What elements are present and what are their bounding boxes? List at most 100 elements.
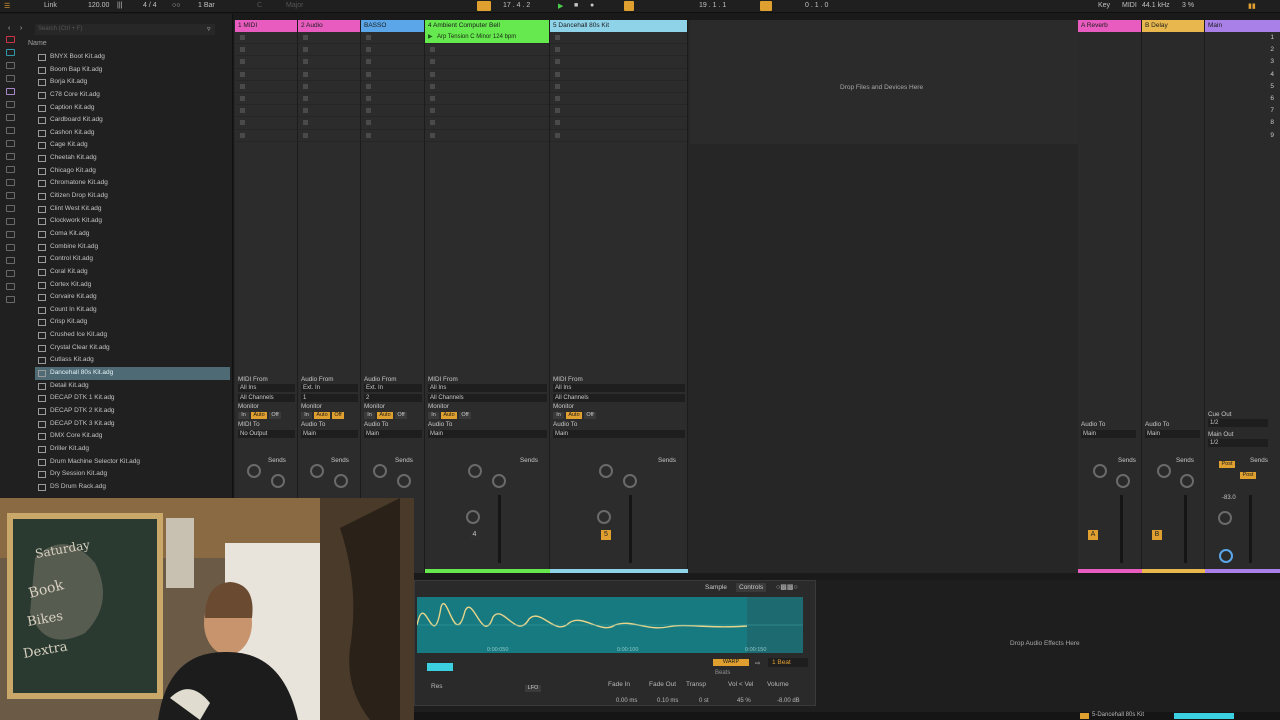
category-icon[interactable] <box>6 296 15 303</box>
browser-item[interactable]: Cage Kit.adg <box>35 139 230 152</box>
transpose-value[interactable]: 0 st <box>699 698 709 704</box>
automation-arm-button[interactable] <box>624 1 634 11</box>
clip-slot[interactable] <box>550 81 687 93</box>
clip-play-icon[interactable]: ▶ <box>428 32 433 43</box>
beats-mode-select[interactable]: Beats <box>715 670 730 676</box>
send-a-knob[interactable] <box>246 464 261 478</box>
monitor-in-button[interactable]: In <box>428 412 439 419</box>
clip-stop-icon[interactable] <box>430 47 435 53</box>
clip-slot[interactable] <box>298 130 360 142</box>
return-a-output-select[interactable]: Main <box>1081 430 1136 438</box>
browser-item[interactable]: DECAP DTK 1 Kit.adg <box>35 392 230 405</box>
warp-button[interactable]: WARP <box>713 659 749 666</box>
return-a-header[interactable]: A Reverb <box>1078 20 1141 32</box>
lfo-button[interactable]: LFO <box>525 685 541 692</box>
column-header-name[interactable]: Name <box>27 40 232 50</box>
output-type-select[interactable]: No Output <box>238 430 295 438</box>
browser-item[interactable]: DS Drum Rack.adg <box>35 481 230 494</box>
clip-stop-icon[interactable] <box>366 132 371 138</box>
play-icon[interactable]: ▶ <box>558 2 563 10</box>
clip-slot[interactable] <box>361 56 424 69</box>
view-toggle-icon[interactable]: ▮▮ <box>1248 2 1256 10</box>
category-icon[interactable] <box>6 166 15 173</box>
browser-item[interactable]: Cheetah Kit.adg <box>35 152 230 165</box>
category-icon[interactable] <box>6 88 15 95</box>
browser-item[interactable]: Detail Kit.adg <box>35 380 230 393</box>
category-icon[interactable] <box>6 127 15 134</box>
clip-slot[interactable] <box>298 44 360 57</box>
scene-number[interactable]: 2 <box>1254 46 1274 58</box>
pan-knob[interactable] <box>1218 511 1232 525</box>
key-map-button[interactable]: Key <box>1098 2 1110 9</box>
main-volume-value[interactable]: -83.0 <box>1222 495 1236 501</box>
clip-slot[interactable] <box>298 117 360 130</box>
send-knob[interactable] <box>1180 474 1194 488</box>
clip-stop-icon[interactable] <box>430 83 435 89</box>
clip-stop-icon[interactable] <box>366 47 371 53</box>
clip-slot[interactable] <box>361 130 424 142</box>
clip-slot[interactable] <box>235 44 297 57</box>
monitor-in-button[interactable]: In <box>301 412 312 419</box>
clip-stop-icon[interactable] <box>303 35 308 40</box>
menu-icon[interactable]: ☰ <box>4 2 10 10</box>
browser-item[interactable]: Dancehall 80s Kit.adg <box>35 367 230 380</box>
clip-slot[interactable] <box>298 93 360 106</box>
track-1[interactable]: 1 MIDI MIDI From All Ins All Channels Monito… <box>235 20 298 573</box>
browser-item[interactable]: Combine Kit.adg <box>35 241 230 254</box>
fade-out-value[interactable]: 0.10 ms <box>657 698 678 704</box>
category-icon[interactable] <box>6 49 15 56</box>
clip-stop-icon[interactable] <box>240 83 245 89</box>
clip-slot[interactable] <box>425 93 549 106</box>
clip-stop-icon[interactable] <box>366 59 371 65</box>
return-track-b[interactable]: B Delay Audio To Main Sends B <box>1142 20 1205 573</box>
output-type-select[interactable]: Main <box>364 430 422 438</box>
clip-stop-icon[interactable] <box>555 59 560 65</box>
clip-stop-icon[interactable] <box>555 71 560 77</box>
send-b-knob[interactable] <box>491 474 506 488</box>
category-icon[interactable] <box>6 114 15 121</box>
send-knob[interactable] <box>1093 464 1107 478</box>
browser-item[interactable]: Control Kit.adg <box>35 253 230 266</box>
browser-item[interactable]: Crushed Ice Kit.adg <box>35 329 230 342</box>
category-icon[interactable] <box>6 231 15 238</box>
scene-number[interactable]: 1 <box>1254 34 1274 46</box>
filter-icon[interactable]: ▿ <box>207 25 211 33</box>
clip-stop-icon[interactable] <box>366 120 371 126</box>
key-select[interactable]: C <box>257 2 262 9</box>
clip-stop-icon[interactable] <box>240 71 245 77</box>
clip-slot[interactable] <box>235 81 297 93</box>
tab-sample[interactable]: Sample <box>705 584 727 591</box>
browser-item[interactable]: Driller Kit.adg <box>35 443 230 456</box>
monitor-in-button[interactable]: In <box>364 412 375 419</box>
browser-item[interactable]: Coral Kit.adg <box>35 266 230 279</box>
browser-item[interactable]: Crystal Clear Kit.adg <box>35 342 230 355</box>
record-icon[interactable]: ● <box>590 2 594 9</box>
category-icon[interactable] <box>6 257 15 264</box>
clip-stop-icon[interactable] <box>555 95 560 101</box>
stop-icon[interactable]: ■ <box>574 2 578 9</box>
send-b-knob[interactable] <box>333 474 348 488</box>
browser-item[interactable]: Chicago Kit.adg <box>35 165 230 178</box>
clip-stop-icon[interactable] <box>240 132 245 138</box>
return-b-header[interactable]: B Delay <box>1142 20 1204 32</box>
browser-item[interactable]: DECAP DTK 2 Kit.adg <box>35 405 230 418</box>
tab-controls[interactable]: Controls <box>736 583 767 592</box>
clip-slot[interactable] <box>235 56 297 69</box>
category-icon[interactable] <box>6 244 15 251</box>
input-type-select[interactable]: All Ins <box>428 384 547 392</box>
browser-item[interactable]: Borja Kit.adg <box>35 76 230 89</box>
browser-item[interactable]: C78 Core Kit.adg <box>35 89 230 102</box>
clip-slot[interactable] <box>361 81 424 93</box>
input-channel-select[interactable]: 2 <box>364 394 422 402</box>
clip-slot[interactable] <box>298 32 360 45</box>
browser-item[interactable]: Clint West Kit.adg <box>35 203 230 216</box>
send-knob[interactable] <box>1116 474 1130 488</box>
browser-item[interactable]: Crisp Kit.adg <box>35 316 230 329</box>
clip-stop-icon[interactable] <box>430 59 435 65</box>
clip-slot[interactable] <box>425 105 549 118</box>
browser-item[interactable]: Corvaire Kit.adg <box>35 291 230 304</box>
clip-stop-icon[interactable] <box>430 120 435 126</box>
playback-mode-button[interactable] <box>427 663 453 671</box>
category-icon[interactable] <box>6 179 15 186</box>
clip-stop-icon[interactable] <box>430 95 435 101</box>
